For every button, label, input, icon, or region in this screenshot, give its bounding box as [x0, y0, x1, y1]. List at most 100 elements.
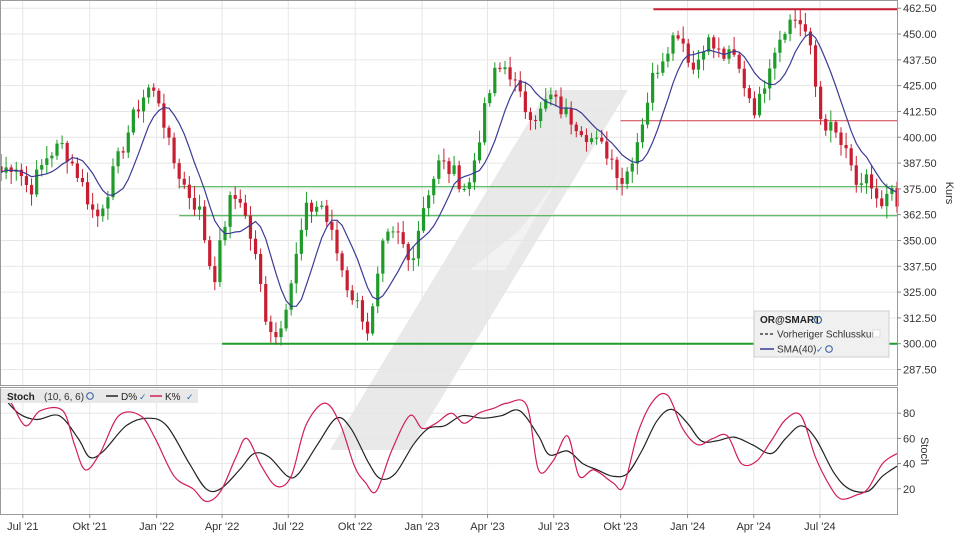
candle-body	[116, 151, 120, 167]
time-tick-label: Okt '23	[603, 521, 638, 533]
candle-body	[294, 253, 298, 284]
candle-body	[681, 38, 685, 44]
candle-body	[533, 120, 538, 122]
candle-body	[747, 88, 751, 99]
candle-body	[24, 176, 29, 186]
candle-body	[676, 35, 680, 39]
candle-body	[147, 87, 151, 98]
candle-body	[457, 165, 461, 190]
candle-body	[488, 93, 492, 104]
candle-body	[304, 202, 309, 230]
time-tick-label: Okt '21	[72, 521, 107, 533]
candle-body	[50, 155, 54, 159]
candle-body	[85, 182, 90, 205]
candle-body	[717, 48, 721, 50]
candle-body	[462, 188, 466, 190]
candle-body	[355, 300, 359, 302]
candle-body	[701, 51, 706, 60]
candle-body	[508, 67, 512, 80]
time-tick-label: Jul '23	[538, 521, 569, 533]
candle-body	[574, 124, 578, 132]
candle-body	[615, 159, 619, 178]
candle-body	[803, 24, 807, 32]
check-icon[interactable]: ✓	[186, 392, 194, 402]
candle-body	[411, 258, 415, 261]
candle-body	[778, 39, 782, 53]
candle-body	[248, 215, 253, 239]
candle-body	[605, 141, 609, 159]
candle-body	[600, 137, 604, 142]
check-icon[interactable]: ✓	[816, 345, 824, 355]
price-tick-label: 375.00	[903, 184, 937, 196]
candle-body	[386, 231, 390, 241]
candle-body	[452, 165, 456, 175]
legend: OR@SMART Vorheriger Schlusskurs SMA(40) …	[753, 310, 890, 358]
candle-body	[696, 59, 701, 70]
time-tick-label: Jan '23	[405, 521, 440, 533]
candle-body	[554, 94, 558, 97]
candle-body	[365, 321, 370, 334]
candle-body	[595, 137, 599, 139]
candle-body	[854, 165, 858, 185]
candle-body	[849, 148, 853, 166]
candle-body	[376, 273, 380, 307]
candle-body	[880, 198, 884, 207]
stoch-tick-label: 80	[903, 408, 915, 420]
price-tick-label: 350.00	[903, 235, 937, 247]
price-axis: 287.50 300.00 312.50 325.00 337.50 350.00 362.…	[897, 3, 937, 377]
candle-body	[712, 37, 716, 49]
candle-body	[65, 143, 69, 162]
candle-body	[885, 193, 889, 207]
candle-body	[523, 91, 527, 113]
candle-body	[187, 184, 191, 198]
legend-prev-close-label: Vorheriger Schlusskurs	[777, 330, 880, 341]
candle-body	[340, 253, 344, 271]
stoch-d-line	[0, 393, 898, 493]
candle-body	[869, 174, 874, 189]
candle-body	[35, 169, 39, 195]
candle-body	[279, 328, 283, 338]
candle-body	[559, 96, 563, 115]
candle-body	[635, 142, 639, 164]
candle-body	[656, 72, 660, 74]
candle-body	[503, 67, 507, 70]
check-icon[interactable]: ✓	[139, 392, 147, 402]
candle-body	[269, 321, 273, 333]
candle-body	[391, 231, 395, 233]
candle-body	[875, 188, 879, 199]
candle-body	[589, 138, 594, 143]
candle-body	[651, 72, 655, 103]
candle-body	[371, 306, 375, 334]
candle-body	[167, 127, 171, 138]
candle-body	[259, 254, 263, 285]
candle-body	[213, 266, 217, 283]
candle-body	[401, 232, 405, 245]
stoch-legend: Stoch (10, 6, 6) D% ✓ K% ✓	[1, 389, 198, 403]
candle-body	[55, 143, 59, 156]
candle-body	[320, 205, 324, 207]
candle-body	[218, 240, 222, 283]
candle-body	[798, 20, 802, 25]
candle-body	[299, 229, 303, 254]
candle-body	[742, 68, 746, 89]
candle-body	[579, 131, 583, 136]
candle-body	[768, 68, 772, 89]
chart-canvas: 287.50 300.00 312.50 325.00 337.50 350.00 362.…	[0, 0, 955, 533]
candle-body	[829, 122, 833, 131]
candle-body	[859, 183, 863, 185]
candle-body	[793, 19, 797, 21]
stoch-axis: 20 40 60 80	[897, 408, 915, 496]
candle-body	[472, 160, 477, 183]
candle-body	[381, 240, 385, 274]
candle-body	[75, 163, 79, 178]
candle-body	[783, 34, 787, 40]
legend-prev-close-visibility[interactable]	[872, 329, 881, 338]
candle-body	[208, 240, 212, 267]
candle-body	[416, 230, 421, 259]
candle-body	[757, 93, 762, 116]
candle-body	[121, 151, 125, 153]
candle-body	[493, 67, 497, 94]
candle-body	[141, 97, 146, 112]
candle-body	[177, 163, 181, 179]
candle-body	[238, 198, 242, 203]
